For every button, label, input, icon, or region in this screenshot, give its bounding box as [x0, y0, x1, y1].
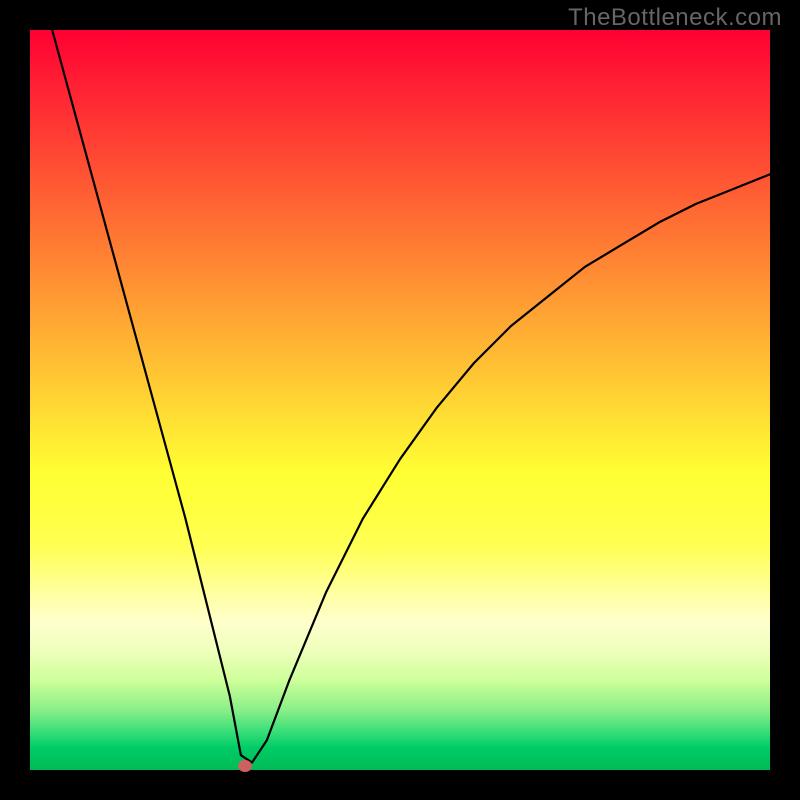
optimal-point-marker — [238, 760, 252, 772]
bottleneck-curve — [30, 30, 770, 770]
chart-plot-area — [30, 30, 770, 770]
watermark-text: TheBottleneck.com — [568, 4, 782, 32]
